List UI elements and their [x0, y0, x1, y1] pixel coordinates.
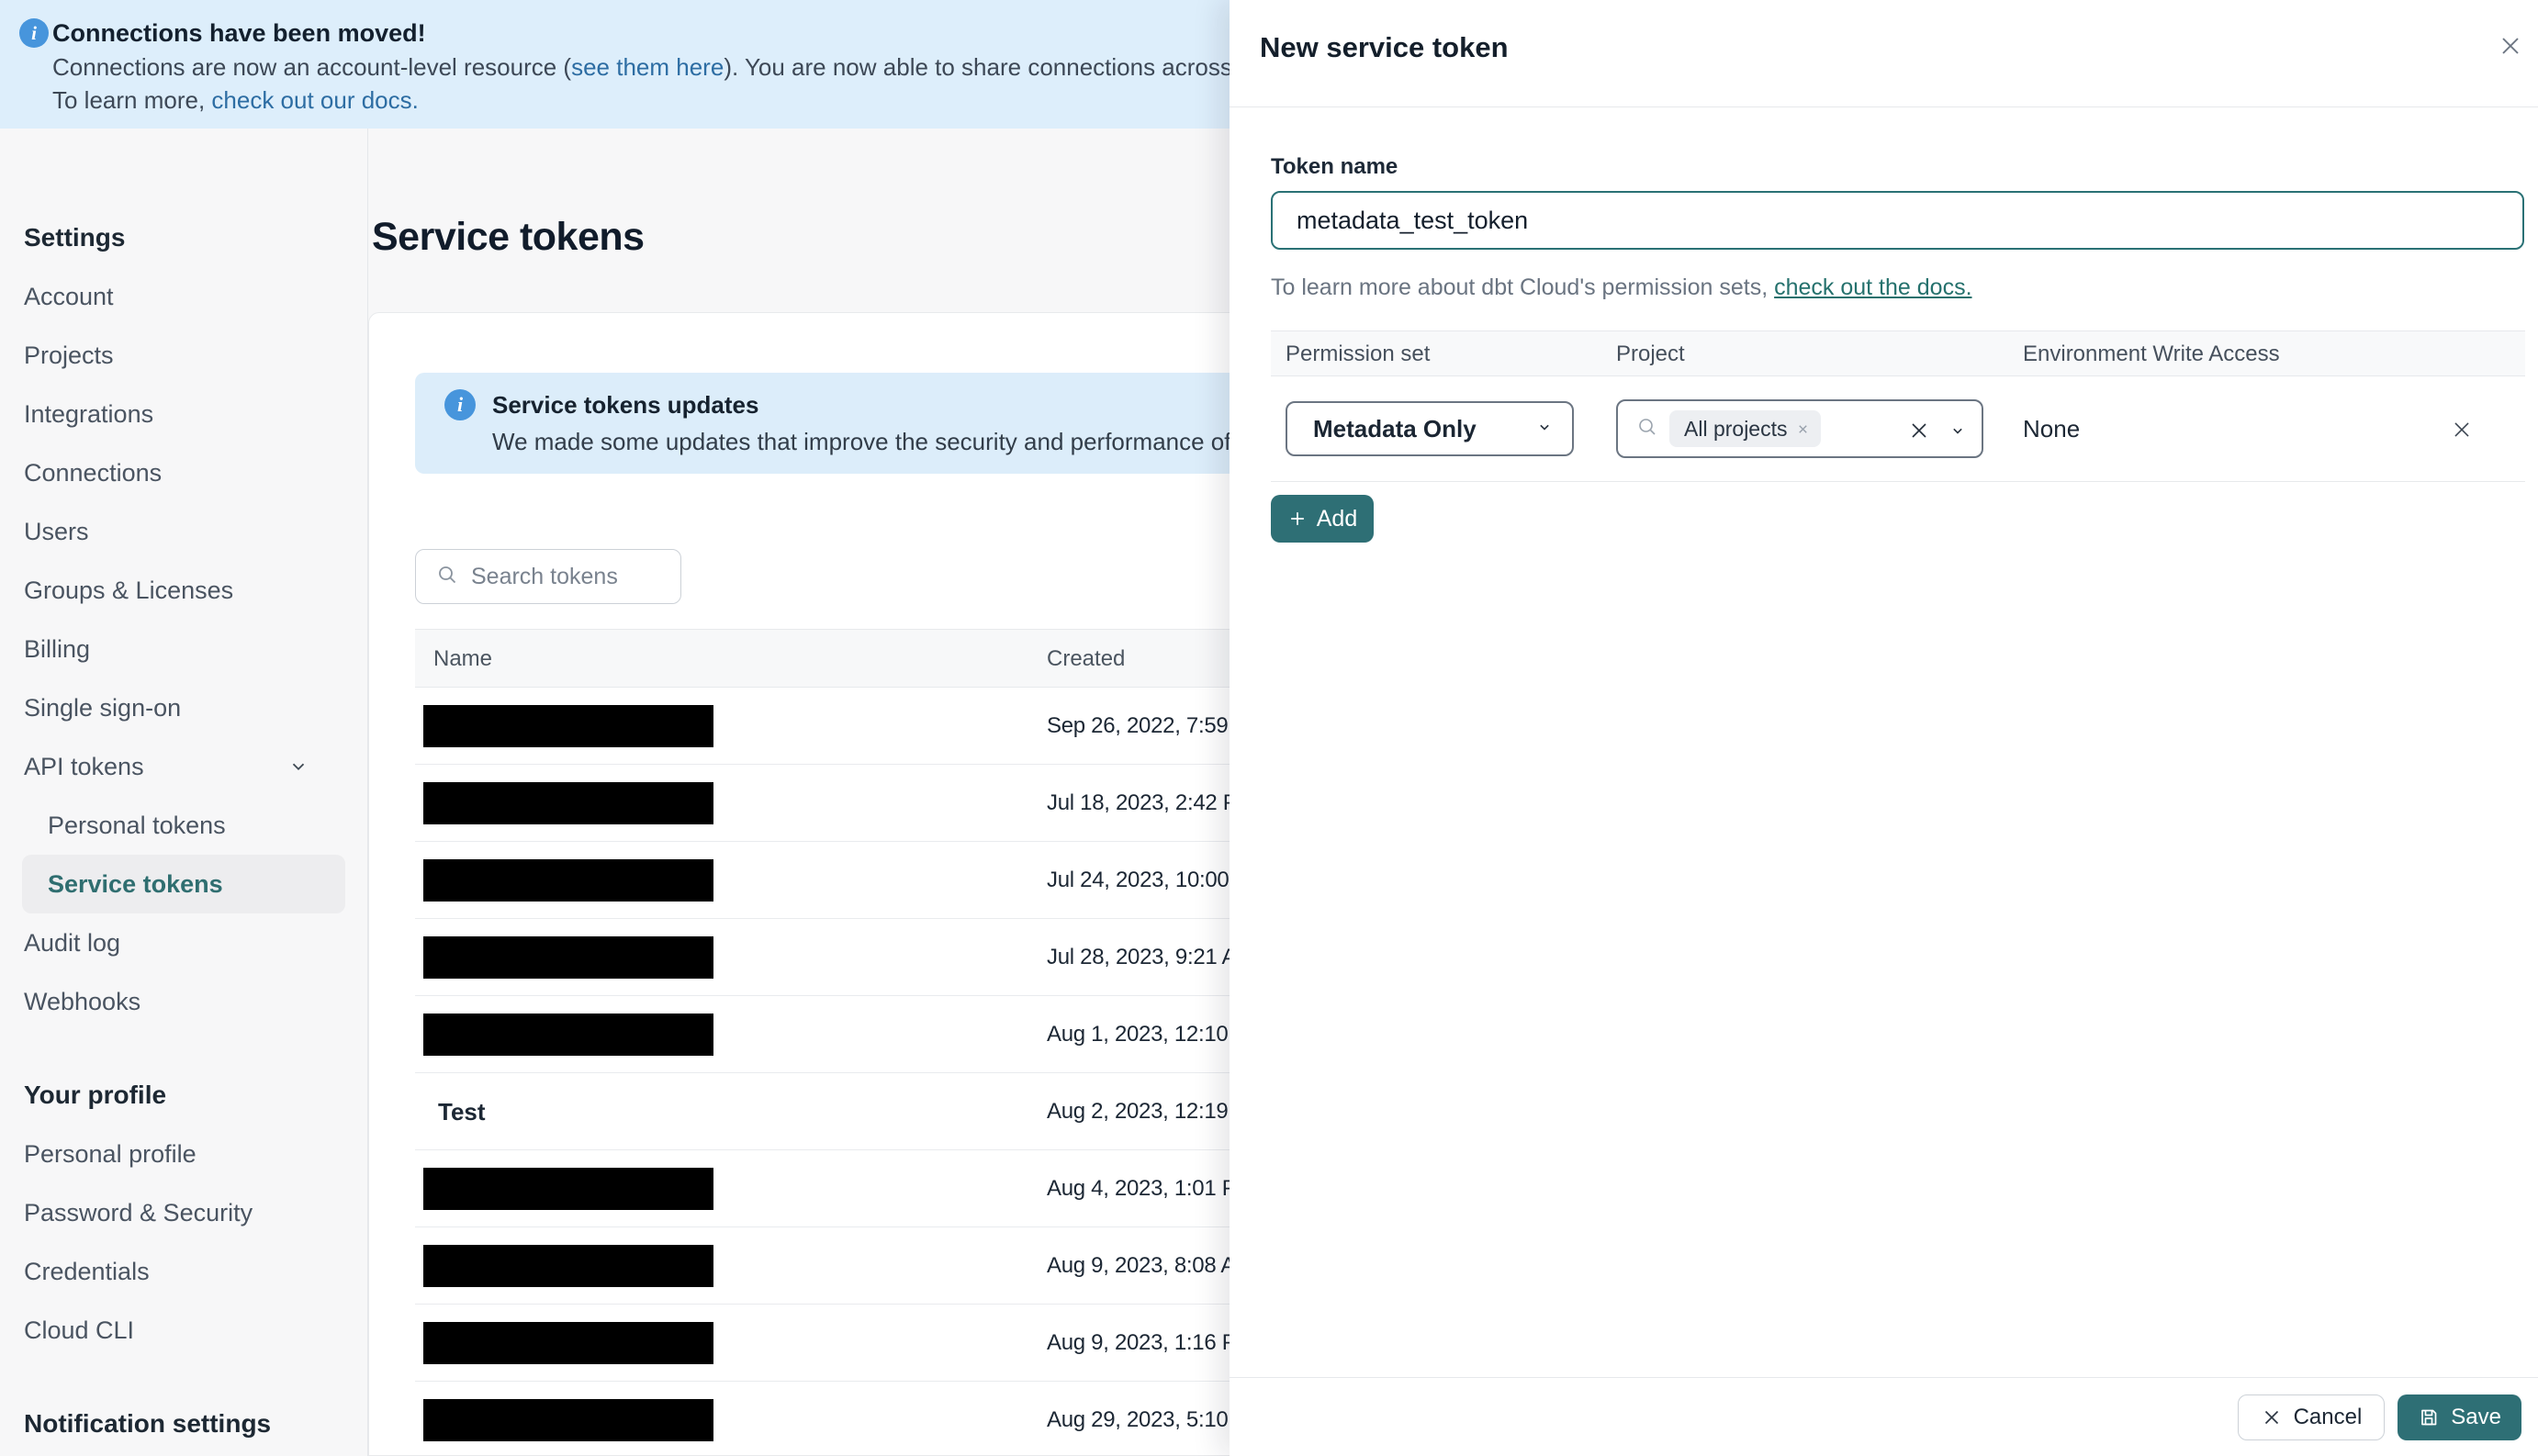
column-header-project: Project [1616, 342, 1685, 366]
sidebar-item-label: API tokens [24, 753, 144, 780]
drawer-body: Token name To learn more about dbt Cloud… [1230, 154, 2538, 543]
sidebar-item-personal-profile[interactable]: Personal profile [0, 1125, 367, 1183]
sidebar-item-label: Integrations [24, 400, 154, 428]
add-button-label: Add [1316, 505, 1358, 532]
sidebar-item-label: Personal profile [24, 1140, 197, 1168]
environment-write-access-value: None [2023, 415, 2081, 442]
sidebar-item-credentials[interactable]: Credentials [0, 1242, 367, 1301]
sidebar-item-single-sign-on[interactable]: Single sign-on [0, 678, 367, 737]
redacted-token-name [423, 1014, 713, 1056]
search-icon [436, 564, 458, 590]
banner-text: To learn more, [52, 86, 212, 114]
project-chip-label: All projects [1684, 416, 1788, 441]
drawer-footer: Cancel Save [1230, 1377, 2538, 1456]
redacted-token-name [423, 782, 713, 824]
sidebar-item-webhooks[interactable]: Webhooks [0, 972, 367, 1031]
sidebar-item-password-security[interactable]: Password & Security [0, 1183, 367, 1242]
sidebar-item-label: Webhooks [24, 988, 141, 1015]
chevron-down-icon [288, 756, 309, 777]
chip-remove-icon [1799, 424, 1808, 433]
page-title: Service tokens [372, 215, 645, 259]
redacted-token-name [423, 1399, 713, 1441]
column-header-permission-set: Permission set [1286, 342, 1431, 366]
sidebar-item-label: Users [24, 518, 89, 545]
sidebar-item-label: Credentials [24, 1258, 150, 1285]
chevron-down-icon [1535, 418, 1554, 441]
redacted-token-name [423, 859, 713, 902]
permission-row: Metadata Only All projects None [1271, 376, 2525, 482]
drawer-title: New service token [1260, 31, 1509, 63]
clear-selection-icon[interactable] [1908, 420, 1930, 442]
sidebar-item-label: Service tokens [48, 870, 223, 898]
sidebar-item-billing[interactable]: Billing [0, 620, 367, 678]
remove-row-icon[interactable] [2450, 418, 2474, 442]
see-them-here-link[interactable]: see them here [571, 53, 724, 81]
sidebar-item-api-tokens[interactable]: API tokens [0, 737, 367, 796]
sidebar-heading-settings: Settings [24, 223, 126, 252]
redacted-token-name [423, 1168, 713, 1210]
permission-set-select[interactable]: Metadata Only [1286, 401, 1574, 456]
sidebar-item-label: Cloud CLI [24, 1316, 135, 1344]
drawer-header: New service token [1230, 0, 2538, 107]
settings-sidebar: Settings Account Projects Integrations Conne… [0, 129, 368, 1456]
token-name-input[interactable] [1271, 191, 2524, 250]
column-header-created: Created [1047, 646, 1126, 671]
permission-docs-line: To learn more about dbt Cloud's permissi… [1271, 274, 2523, 301]
info-icon: i [444, 389, 476, 420]
redacted-token-name [423, 705, 713, 747]
sidebar-item-label: Password & Security [24, 1199, 253, 1226]
redacted-token-name [423, 1322, 713, 1364]
dbt-cloud-app: i Connections have been moved! Connectio… [0, 0, 2538, 1456]
cancel-button-label: Cancel [2293, 1404, 2363, 1429]
project-select[interactable]: All projects [1616, 399, 1983, 458]
sidebar-item-label: Groups & Licenses [24, 577, 234, 604]
sidebar-item-service-tokens[interactable]: Service tokens [22, 855, 345, 913]
plus-icon [1290, 512, 1304, 525]
new-service-token-drawer: New service token Token name To learn mo… [1230, 0, 2538, 1456]
close-icon[interactable] [2496, 31, 2525, 61]
sidebar-item-account[interactable]: Account [0, 267, 367, 326]
sidebar-item-cloud-cli[interactable]: Cloud CLI [0, 1301, 367, 1360]
save-button-label: Save [2451, 1404, 2501, 1429]
sidebar-item-label: Audit log [24, 929, 121, 957]
chevron-down-icon [1948, 421, 1967, 440]
redacted-token-name [423, 936, 713, 979]
sidebar-item-groups-licenses[interactable]: Groups & Licenses [0, 561, 367, 620]
cancel-button[interactable]: Cancel [2237, 1394, 2386, 1440]
sidebar-item-projects[interactable]: Projects [0, 326, 367, 385]
sidebar-item-label: Projects [24, 342, 114, 369]
search-placeholder: Search tokens [471, 563, 618, 589]
sidebar-item-integrations[interactable]: Integrations [0, 385, 367, 443]
sidebar-item-label: Connections [24, 459, 163, 487]
sidebar-item-personal-tokens[interactable]: Personal tokens [0, 796, 367, 855]
docs-text: To learn more about dbt Cloud's permissi… [1271, 274, 1775, 300]
permissions-table-header: Permission set Project Environment Write… [1271, 330, 2525, 376]
search-tokens-input[interactable]: Search tokens [415, 549, 681, 604]
sidebar-item-connections[interactable]: Connections [0, 443, 367, 502]
info-icon: i [19, 18, 49, 48]
permission-set-value: Metadata Only [1313, 414, 1477, 442]
sidebar-heading-notification-settings: Notification settings [24, 1409, 272, 1438]
sidebar-item-audit-log[interactable]: Audit log [0, 913, 367, 972]
save-button[interactable]: Save [2398, 1394, 2521, 1440]
search-icon [1636, 416, 1658, 442]
sidebar-item-label: Personal tokens [48, 812, 226, 839]
column-header-environment-write-access: Environment Write Access [2023, 342, 2280, 366]
sidebar-heading-your-profile: Your profile [24, 1081, 167, 1109]
sidebar-item-label: Single sign-on [24, 694, 182, 722]
check-out-the-docs-link[interactable]: check out the docs. [1774, 274, 1971, 300]
project-chip[interactable]: All projects [1669, 410, 1822, 447]
banner-text: Connections are now an account-level res… [52, 53, 572, 81]
save-icon [2421, 1409, 2437, 1425]
token-name-label: Token name [1271, 154, 1398, 179]
redacted-token-name [423, 1245, 713, 1287]
sidebar-item-users[interactable]: Users [0, 502, 367, 561]
sidebar-item-label: Account [24, 283, 114, 310]
add-permission-button[interactable]: Add [1271, 495, 1374, 543]
check-out-our-docs-link[interactable]: check out our docs. [211, 86, 418, 114]
token-name: Test [438, 1098, 486, 1126]
sidebar-item-label: Billing [24, 635, 91, 663]
close-icon [2264, 1410, 2278, 1424]
column-header-name: Name [433, 646, 493, 671]
